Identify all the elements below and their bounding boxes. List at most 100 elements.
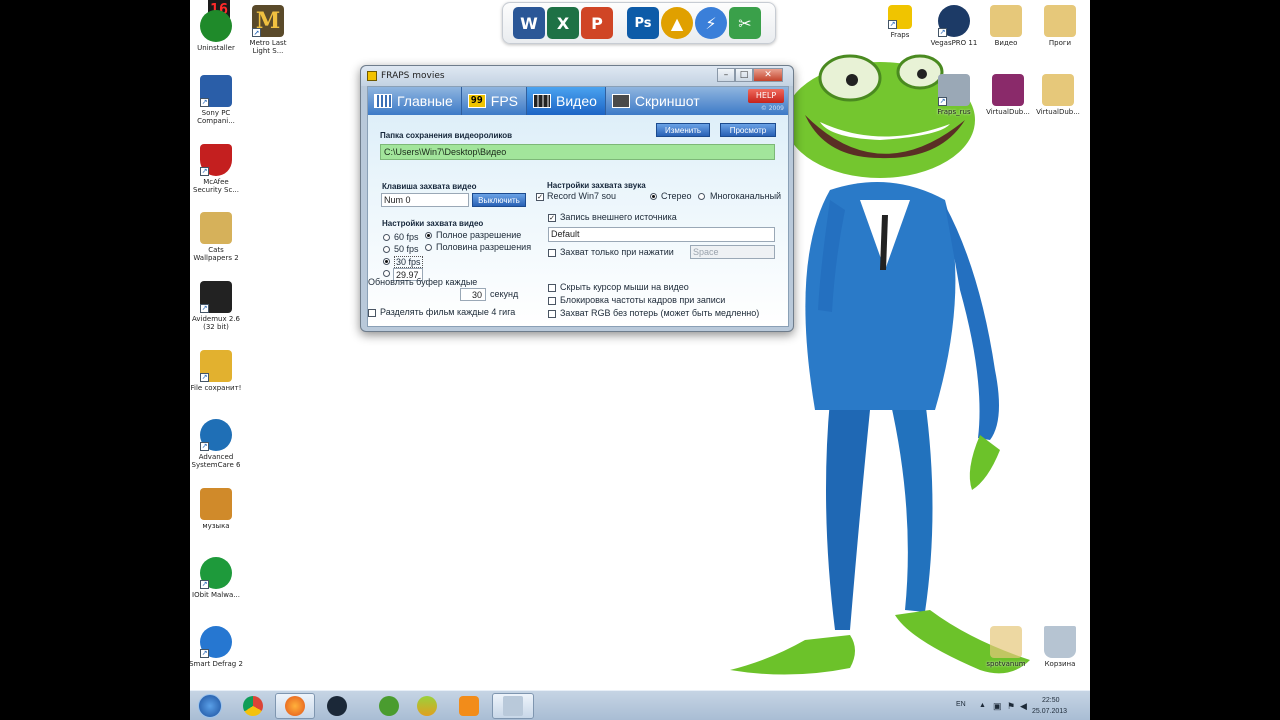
lock-icon: ↗ bbox=[200, 350, 232, 382]
icon-vegas-pro[interactable]: ↗ VegasPRO 11 bbox=[926, 5, 982, 47]
icon-file-to-pdf[interactable]: ↗ File сохранит! bbox=[190, 350, 244, 392]
photoshop-icon[interactable]: Ps bbox=[627, 7, 659, 39]
excel-icon[interactable]: X bbox=[547, 7, 579, 39]
hide-cursor-label: Скрыть курсор мыши на видео bbox=[560, 282, 689, 292]
minimize-button[interactable]: – bbox=[717, 68, 735, 82]
icon-sony-pc-companion[interactable]: ↗ Sony PC Compani... bbox=[190, 75, 244, 125]
icon-spotvanum[interactable]: spotvanum bbox=[978, 626, 1034, 668]
fraps-window: FRAPS movies – □ ✕ Главные 99 FPS Видео С… bbox=[360, 65, 794, 332]
external-source-checkbox[interactable]: ✓ bbox=[548, 214, 556, 222]
split-file-checkbox[interactable] bbox=[368, 309, 376, 317]
help-button[interactable]: HELP bbox=[748, 89, 784, 103]
powerpoint-icon[interactable]: P bbox=[581, 7, 613, 39]
printer-icon: ↗ bbox=[938, 74, 970, 106]
folder-icon bbox=[990, 626, 1022, 658]
start-button[interactable] bbox=[190, 693, 230, 719]
lock-framerate-label: Блокировка частоты кадров при записи bbox=[560, 295, 726, 305]
copyright-text: © 2009 bbox=[760, 105, 784, 112]
icon-cats-wallpapers[interactable]: Cats Wallpapers 2 bbox=[190, 212, 244, 262]
odnoklassniki-icon bbox=[459, 696, 479, 716]
record-sound-checkbox[interactable]: ✓ bbox=[536, 193, 544, 201]
record-sound-label: Record Win7 sou bbox=[547, 191, 617, 201]
multichannel-radio[interactable] bbox=[698, 193, 705, 200]
clapperboard-icon: ↗ bbox=[200, 281, 232, 313]
hide-cursor-checkbox[interactable] bbox=[548, 284, 556, 292]
taskbar-utorrent[interactable] bbox=[369, 693, 409, 719]
half-size-radio[interactable] bbox=[425, 244, 432, 251]
fps-50-radio[interactable] bbox=[383, 246, 390, 253]
stereo-radio[interactable] bbox=[650, 193, 657, 200]
hotkey-field[interactable]: Num 0 bbox=[381, 193, 469, 207]
film-icon bbox=[533, 94, 552, 108]
clock-date[interactable]: 25.07.2013 bbox=[1032, 707, 1067, 717]
hotkey-label: Клавиша захвата видео bbox=[382, 182, 477, 191]
folder-icon bbox=[1044, 5, 1076, 37]
close-button[interactable]: ✕ bbox=[753, 68, 783, 82]
icon-metro-last-light[interactable]: M ↗ Metro Last Light S... bbox=[240, 5, 296, 55]
tray-expand-icon[interactable]: ▲ bbox=[979, 691, 986, 720]
push-to-capture-checkbox[interactable] bbox=[548, 249, 556, 257]
icon-programs-folder[interactable]: Проги bbox=[1032, 5, 1088, 47]
fps-custom-radio[interactable] bbox=[383, 270, 390, 277]
taskbar-firefox[interactable] bbox=[275, 693, 315, 719]
icon-smart-defrag[interactable]: ↗ Smart Defrag 2 bbox=[190, 626, 244, 668]
icon-fraps-rus[interactable]: ↗ Fraps_rus bbox=[926, 74, 982, 116]
stereo-label: Стерео bbox=[661, 191, 692, 201]
taskbar-app-green[interactable] bbox=[407, 693, 447, 719]
tab-fps[interactable]: 99 FPS bbox=[462, 87, 528, 115]
icon-virtualdub-2[interactable]: VirtualDub... bbox=[1030, 74, 1086, 116]
tab-general[interactable]: Главные bbox=[368, 87, 462, 115]
icon-fraps[interactable]: ↗ Fraps bbox=[872, 5, 928, 39]
icon-mcafee[interactable]: ↗ McAfee Security Sc... bbox=[190, 144, 244, 194]
tab-screenshot[interactable]: Скриншот bbox=[606, 87, 708, 115]
volume-icon[interactable]: ◀ bbox=[1020, 691, 1027, 720]
fraps-body: Главные 99 FPS Видео Скриншот HELP © 2009… bbox=[367, 86, 789, 327]
lossless-rgb-checkbox[interactable] bbox=[548, 310, 556, 318]
mcafee-shield-icon: ↗ bbox=[200, 144, 232, 176]
icon-iobit-malware[interactable]: ↗ IObit Malwa... bbox=[190, 557, 244, 599]
icon-avidemux[interactable]: ↗ Avidemux 2.6 (32 bit) bbox=[190, 281, 244, 331]
lock-framerate-checkbox[interactable] bbox=[548, 297, 556, 305]
change-folder-button[interactable]: Изменить bbox=[656, 123, 710, 137]
fps-counter-icon: 99 bbox=[467, 94, 486, 108]
icon-advanced-systemcare[interactable]: ↗ Advanced SystemCare 6 bbox=[190, 419, 244, 469]
taskbar-fraps-window[interactable] bbox=[492, 693, 534, 719]
quick-launch-dock: W X P Ps ▲ ⚡ ✂ bbox=[502, 2, 776, 44]
disable-hotkey-button[interactable]: Выключить bbox=[472, 193, 526, 207]
taskbar-chrome[interactable] bbox=[233, 693, 273, 719]
maximize-button[interactable]: □ bbox=[735, 68, 753, 82]
tab-video[interactable]: Видео bbox=[527, 87, 606, 115]
language-indicator[interactable]: EN bbox=[956, 691, 966, 720]
lossless-rgb-label: Захват RGB без потерь (может быть медлен… bbox=[560, 308, 760, 318]
lightning-icon[interactable]: ⚡ bbox=[695, 7, 727, 39]
music-folder-icon bbox=[200, 488, 232, 520]
icon-virtualdub-1[interactable]: VirtualDub... bbox=[980, 74, 1036, 116]
chrome-icon bbox=[243, 696, 263, 716]
aimp-icon[interactable]: ▲ bbox=[661, 7, 693, 39]
icon-uninstaller[interactable]: Uninstaller bbox=[190, 10, 244, 52]
folder-icon bbox=[990, 5, 1022, 37]
word-icon[interactable]: W bbox=[513, 7, 545, 39]
view-folder-button[interactable]: Просмотр bbox=[720, 123, 776, 137]
buffer-field[interactable]: 30 bbox=[460, 288, 486, 301]
video-settings-label: Настройки захвата видео bbox=[382, 219, 484, 228]
taskbar: EN ▲ ▣ ⚑ ◀ 22:50 25.07.2013 bbox=[190, 690, 1090, 720]
push-key-field[interactable]: Space bbox=[690, 245, 775, 259]
external-device-field[interactable]: Default bbox=[548, 227, 775, 242]
push-to-capture-label: Захват только при нажатии bbox=[560, 247, 674, 257]
tools-icon[interactable]: ✂ bbox=[729, 7, 761, 39]
fps-30-radio[interactable] bbox=[383, 258, 390, 265]
icon-recycle-bin[interactable]: Корзина bbox=[1032, 626, 1088, 668]
folder-path-field[interactable]: C:\Users\Win7\Desktop\Видео bbox=[380, 144, 775, 160]
full-size-label: Полное разрешение bbox=[436, 230, 522, 240]
flag-icon[interactable]: ⚑ bbox=[1007, 691, 1015, 720]
icon-music[interactable]: музыка bbox=[190, 488, 244, 530]
network-icon[interactable]: ▣ bbox=[993, 691, 1002, 720]
taskbar-odnoklassniki[interactable] bbox=[449, 693, 489, 719]
clock-time[interactable]: 22:50 bbox=[1042, 696, 1060, 706]
iobit-icon: ↗ bbox=[200, 557, 232, 589]
taskbar-steam[interactable] bbox=[317, 693, 357, 719]
icon-video-folder[interactable]: Видео bbox=[978, 5, 1034, 47]
full-size-radio[interactable] bbox=[425, 232, 432, 239]
fps-60-radio[interactable] bbox=[383, 234, 390, 241]
